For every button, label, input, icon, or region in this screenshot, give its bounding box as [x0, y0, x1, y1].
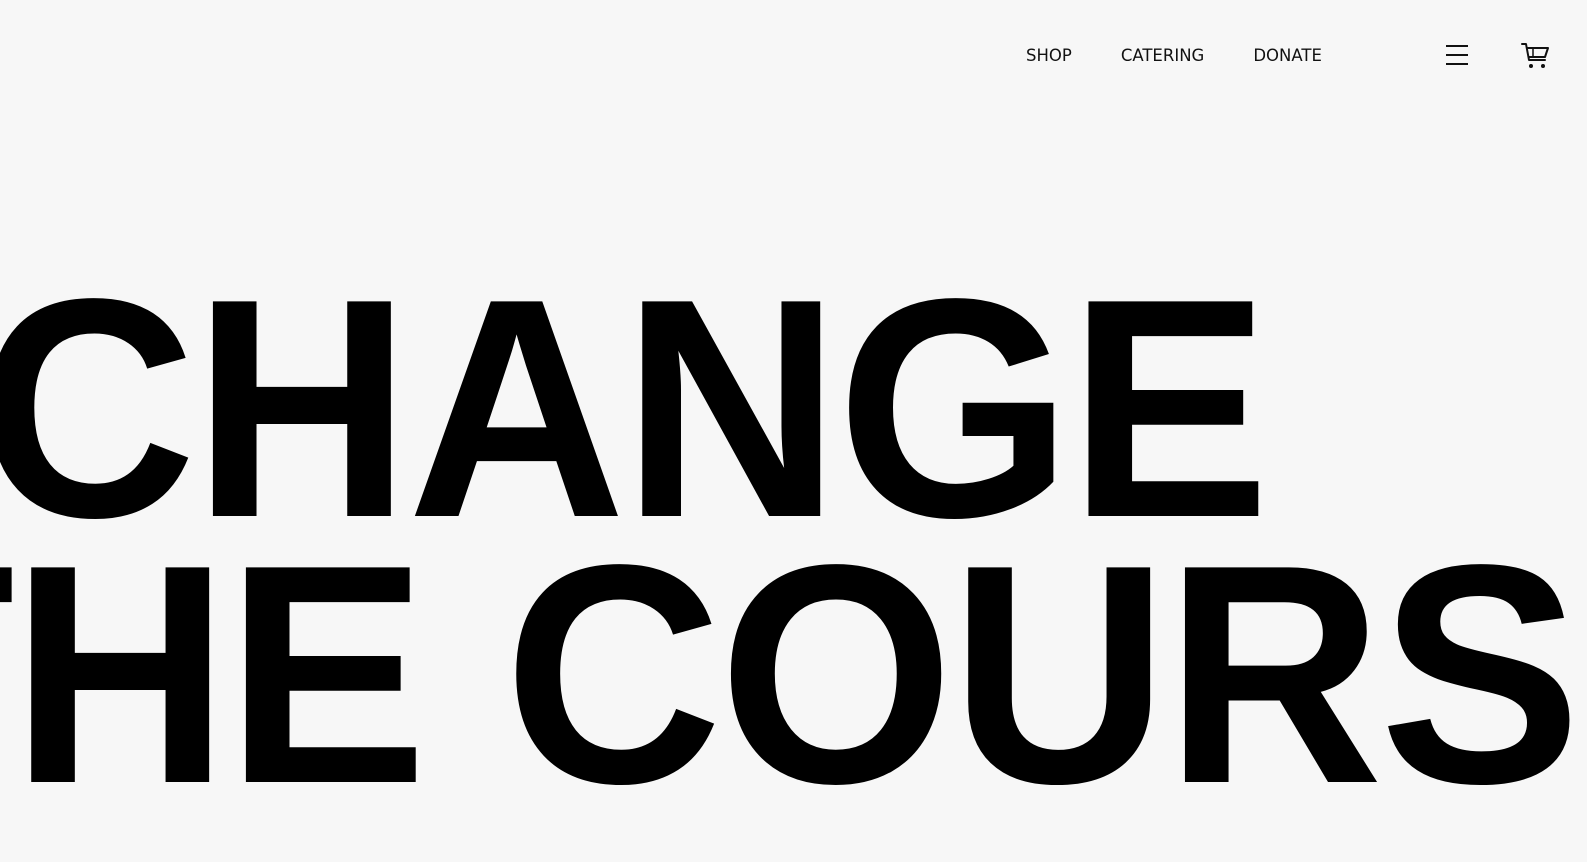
hero-headline-line-2: THE COURSE — [0, 501, 1587, 849]
hero-section: CHANGE THE COURSE — [0, 0, 1587, 862]
primary-nav: SHOP CATERING DONATE — [1026, 44, 1322, 68]
nav-link-catering[interactable]: CATERING — [1121, 44, 1205, 68]
top-navigation: SHOP CATERING DONATE — [0, 0, 1587, 112]
shopping-cart-icon[interactable] — [1520, 41, 1550, 71]
hero-headline-line-1: CHANGE — [0, 235, 1270, 583]
nav-link-shop[interactable]: SHOP — [1026, 44, 1072, 68]
nav-link-donate[interactable]: DONATE — [1253, 44, 1322, 68]
shopping-cart-icon-graphic — [1521, 43, 1549, 68]
hamburger-menu-icon[interactable] — [1445, 43, 1469, 67]
hamburger-menu-icon-graphic — [1446, 45, 1468, 65]
